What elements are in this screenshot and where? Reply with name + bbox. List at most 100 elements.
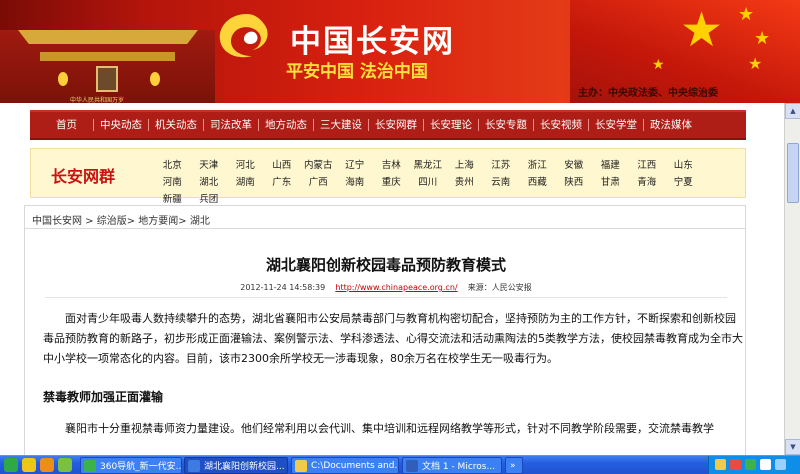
- nav-home[interactable]: 首页: [50, 112, 83, 138]
- province-link[interactable]: 天津: [191, 157, 228, 174]
- taskbar-item-active[interactable]: 湖北襄阳创新校园...: [184, 457, 288, 474]
- province-link[interactable]: 安徽: [556, 157, 593, 174]
- system-tray: [708, 456, 800, 474]
- province-link[interactable]: 湖南: [227, 174, 264, 191]
- article-container: 中国长安网 > 综治版> 地方要闻> 湖北 湖北襄阳创新校园毒品预防教育模式 2…: [24, 205, 746, 455]
- tray-icon[interactable]: [730, 459, 741, 470]
- scroll-down-arrow-icon[interactable]: ▼: [785, 439, 800, 455]
- start-icon[interactable]: [4, 458, 18, 472]
- windows-taskbar: 360导航_新一代安... 湖北襄阳创新校园... C:\Documents a…: [0, 455, 800, 474]
- nav-item[interactable]: 中央动态: [94, 112, 148, 138]
- main-nav: 首页 中央动态 机关动态 司法改革 地方动态 三大建设 长安网群 长安理论 长安…: [30, 110, 746, 140]
- browser-icon[interactable]: [40, 458, 54, 472]
- article-title: 湖北襄阳创新校园毒品预防教育模式: [265, 256, 506, 274]
- province-link[interactable]: 江西: [629, 157, 666, 174]
- province-link[interactable]: 云南: [483, 174, 520, 191]
- taskbar-item-label: 文档 1 - Micros...: [422, 462, 496, 472]
- province-panel-title: 长安网群: [51, 167, 116, 186]
- gate-inscription: 中华人民共和国万岁: [70, 97, 125, 103]
- big-star-icon: ★: [680, 2, 724, 58]
- taskbar-item-label: 湖北襄阳创新校园...: [204, 462, 285, 472]
- province-link[interactable]: 内蒙古: [300, 157, 337, 174]
- province-link[interactable]: 山东: [665, 157, 702, 174]
- nav-item[interactable]: 长安专题: [479, 112, 533, 138]
- site-slogan: 平安中国 法治中国: [286, 62, 428, 82]
- province-link[interactable]: 山西: [264, 157, 301, 174]
- site-title: 中国长安网: [290, 24, 455, 60]
- nav-item[interactable]: 三大建设: [314, 112, 368, 138]
- province-link[interactable]: 福建: [592, 157, 629, 174]
- province-link[interactable]: 海南: [337, 174, 374, 191]
- small-star-icon: ★: [652, 57, 665, 73]
- article-meta: 2012-11-24 14:58:39 http://www.chinapeac…: [25, 282, 745, 293]
- lantern-icon: [150, 72, 160, 86]
- taskbar-item[interactable]: C:\Documents and...: [291, 457, 399, 474]
- nav-item[interactable]: 机关动态: [149, 112, 203, 138]
- tray-icon[interactable]: [760, 459, 771, 470]
- province-link[interactable]: 浙江: [519, 157, 556, 174]
- nav-item[interactable]: 长安学堂: [589, 112, 643, 138]
- small-star-icon: ★: [754, 28, 771, 49]
- province-link[interactable]: 辽宁: [337, 157, 374, 174]
- taskbar-item-label: C:\Documents and...: [311, 460, 398, 471]
- province-link[interactable]: 北京: [154, 157, 191, 174]
- scroll-up-arrow-icon[interactable]: ▲: [785, 103, 800, 119]
- sponsor-text: 主办：中央政法委、中央综治委: [578, 88, 718, 99]
- taskbar-overflow-button[interactable]: »: [505, 457, 523, 474]
- browser-360-icon: [84, 459, 96, 472]
- small-star-icon: ★: [738, 4, 755, 25]
- article-subheading: 禁毒教师加强正面灌输: [43, 390, 164, 404]
- province-link[interactable]: 青海: [629, 174, 666, 191]
- nav-item[interactable]: 政法媒体: [644, 112, 698, 138]
- breadcrumb[interactable]: 中国长安网 > 综治版> 地方要闻> 湖北: [32, 212, 210, 227]
- lantern-icon: [58, 72, 68, 86]
- nav-item[interactable]: 长安视频: [534, 112, 588, 138]
- tray-icon[interactable]: [775, 459, 786, 470]
- desktop-icon[interactable]: [58, 458, 72, 472]
- province-link[interactable]: 陕西: [556, 174, 593, 191]
- folder-icon: [295, 459, 307, 472]
- nav-item[interactable]: 长安理论: [424, 112, 478, 138]
- small-star-icon: ★: [748, 54, 763, 73]
- overflow-label: »: [510, 460, 516, 471]
- province-link[interactable]: 河南: [154, 174, 191, 191]
- province-network-panel: 长安网群 北京 天津 河北 山西 内蒙古 辽宁 吉林 黑龙江 上海 江苏 浙江 安徽 福建 江西 山东 河南湖…: [30, 148, 746, 205]
- province-link-grid: 北京 天津 河北 山西 内蒙古 辽宁 吉林 黑龙江 上海 江苏 浙江 安徽 福建 江西 山东河南 湖北 湖南 广东…: [154, 157, 702, 208]
- tray-icon[interactable]: [715, 459, 726, 470]
- province-link[interactable]: 广西: [300, 174, 337, 191]
- province-link[interactable]: 河北: [227, 157, 264, 174]
- province-link[interactable]: 西藏: [519, 174, 556, 191]
- gate-roof: [18, 30, 198, 44]
- taskbar-item[interactable]: 文档 1 - Micros...: [402, 457, 502, 474]
- article-paragraph: 襄阳市十分重视禁毒师资力量建设。他们经常利用以会代训、集中培训和远程网络教学等形…: [65, 422, 714, 435]
- vertical-scrollbar[interactable]: ▲ ▼: [784, 103, 800, 455]
- province-link[interactable]: 甘肃: [592, 174, 629, 191]
- province-link[interactable]: 上海: [446, 157, 483, 174]
- province-link[interactable]: 吉林: [373, 157, 410, 174]
- province-link[interactable]: 四川: [410, 174, 447, 191]
- province-link[interactable]: 湖北: [191, 174, 228, 191]
- scrollbar-thumb[interactable]: [787, 143, 799, 203]
- taskbar-item[interactable]: 360导航_新一代安...: [80, 457, 182, 474]
- province-link[interactable]: 黑龙江: [410, 157, 447, 174]
- folder-icon[interactable]: [22, 458, 36, 472]
- province-link[interactable]: 重庆: [373, 174, 410, 191]
- nav-item[interactable]: 司法改革: [204, 112, 258, 138]
- word-icon: [406, 459, 418, 472]
- nav-item[interactable]: 长安网群: [369, 112, 423, 138]
- taskbar-item-label: 360导航_新一代安...: [100, 462, 181, 472]
- nav-item[interactable]: 地方动态: [259, 112, 313, 138]
- province-link[interactable]: 宁夏: [665, 174, 702, 191]
- changan-logo-icon: [219, 14, 268, 58]
- gate-eave: [40, 52, 175, 61]
- browser-viewport: 中华人民共和国万岁 ★ ★ ★ ★ ★ 中国长安网 平安中国 法治中国 主办：中…: [0, 0, 800, 474]
- gate-portrait: [96, 66, 118, 92]
- province-link[interactable]: 江苏: [483, 157, 520, 174]
- ie-icon: [188, 459, 200, 472]
- article-date: 2012-11-24 14:58:39: [240, 283, 326, 292]
- breadcrumb-divider: [25, 228, 745, 229]
- tray-icon[interactable]: [745, 459, 756, 470]
- province-link[interactable]: 贵州: [446, 174, 483, 191]
- source-url-link[interactable]: http://www.chinapeace.org.cn/: [335, 283, 457, 292]
- province-link[interactable]: 广东: [264, 174, 301, 191]
